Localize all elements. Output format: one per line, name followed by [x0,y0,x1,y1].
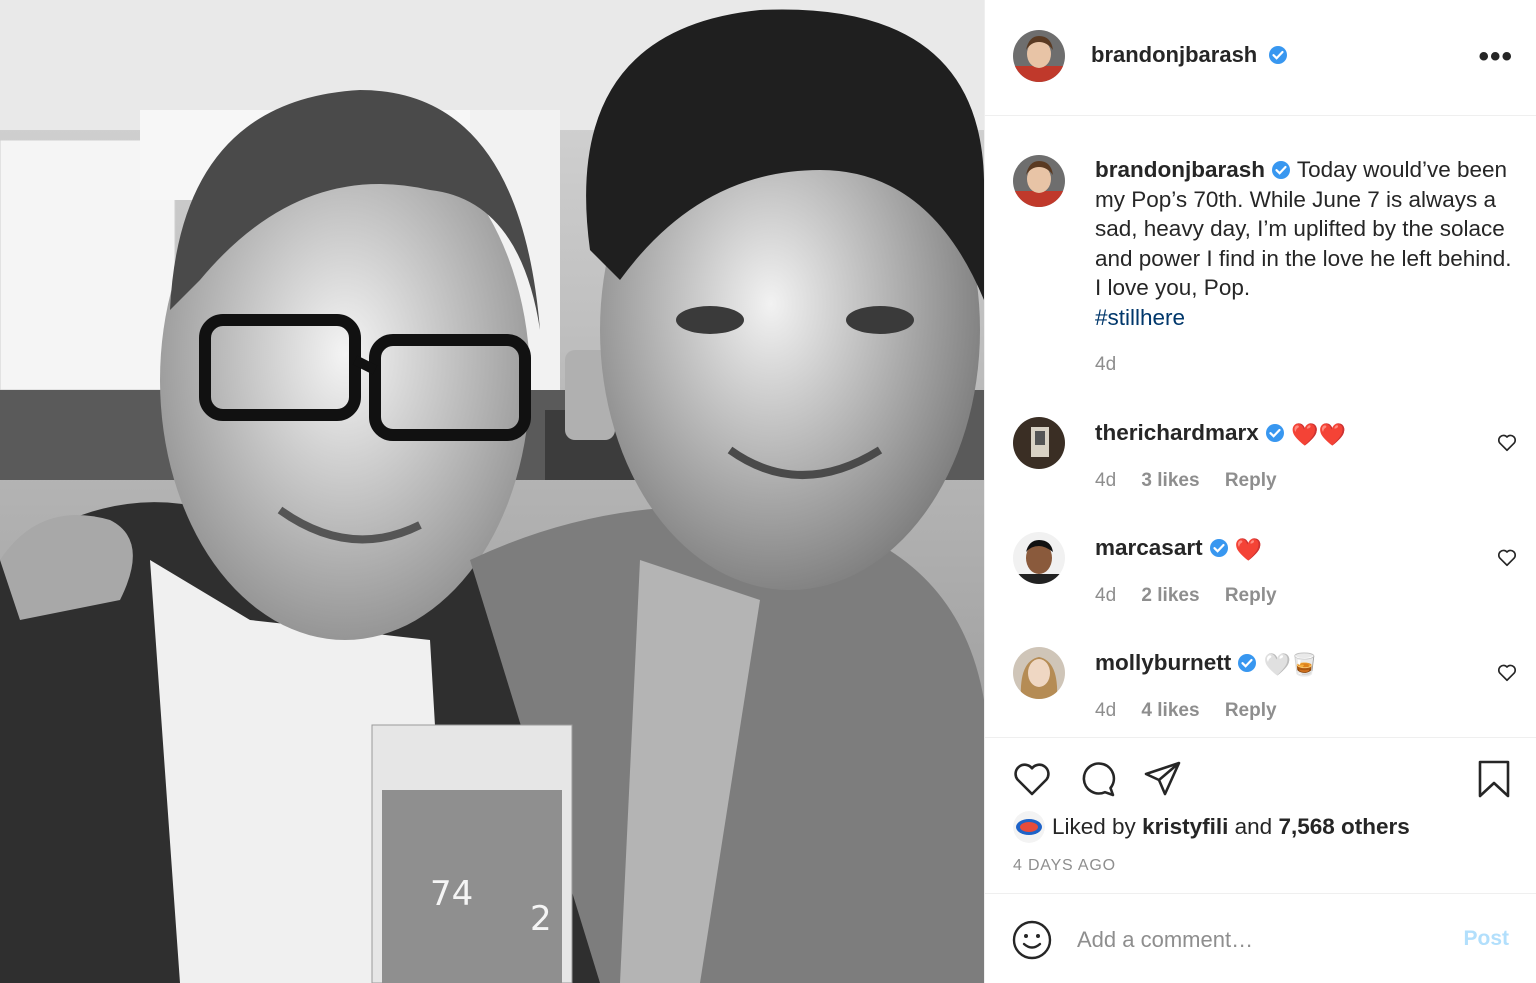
comment-timestamp[interactable]: 4d [1095,700,1116,721]
avatar-image [1013,811,1045,843]
first-liker-username[interactable]: kristyfili [1142,810,1228,844]
comment-row: mollyburnett 🤍🥃 [1095,648,1318,680]
post-header: brandonjbarash ••• [985,0,1536,116]
like-comment-heart-icon[interactable] [1496,431,1518,453]
author-username[interactable]: brandonjbarash [1091,42,1257,67]
verified-badge-icon [1238,654,1257,672]
share-icon[interactable] [1142,758,1184,800]
verified-badge-icon [1209,539,1228,557]
liked-by-connector: and [1234,814,1273,839]
avatar-image [1013,30,1065,82]
like-comment-heart-icon[interactable] [1496,661,1518,683]
author-name-row: brandonjbarash [1091,42,1288,68]
more-options-icon[interactable]: ••• [1478,42,1513,72]
reply-button[interactable]: Reply [1225,585,1277,606]
post-caption: brandonjbarash Today would’ve been my Po… [1095,155,1515,332]
post-photo-illustration: 74 2 [0,0,984,983]
comment-input[interactable] [1077,923,1437,957]
add-comment-bar: Post [985,895,1536,983]
avatar-image [1013,647,1065,699]
comment-timestamp[interactable]: 4d [1095,585,1116,606]
svg-text:74: 74 [430,874,473,914]
post-date[interactable]: 4 DAYS AGO [1013,857,1116,875]
liker-avatar[interactable] [1013,811,1045,843]
comment-username[interactable]: marcasart [1095,535,1203,560]
comment-icon[interactable] [1077,758,1119,800]
hashtag-link[interactable]: #stillhere [1095,305,1185,330]
comment-timestamp[interactable]: 4d [1095,470,1116,491]
likes-summary: Liked by kristyfili and 7,568 others [1013,810,1410,844]
caption-author-avatar[interactable] [1013,155,1065,207]
commenter-avatar[interactable] [1013,417,1065,469]
comment-meta: 4d 3 likes Reply [1095,470,1297,492]
avatar-image [1013,532,1065,584]
caption-timestamp[interactable]: 4d [1095,354,1116,376]
comment-text: 🤍🥃 [1263,652,1319,677]
comment-row: marcasart ❤️ [1095,533,1262,565]
emoji-smile-icon[interactable] [1011,919,1053,961]
comment-meta: 4d 2 likes Reply [1095,585,1297,607]
commenter-avatar[interactable] [1013,647,1065,699]
verified-badge-icon [1265,424,1284,442]
others-likes-link[interactable]: 7,568 others [1278,810,1409,844]
post-actions: Liked by kristyfili and 7,568 others 4 D… [985,737,1536,894]
post-details-panel: brandonjbarash ••• brandonjbarash Today … [984,0,1536,983]
comment-likes[interactable]: 3 likes [1141,470,1199,491]
verified-badge-icon [1268,46,1287,64]
comment-meta: 4d 4 likes Reply [1095,700,1297,722]
comment-username[interactable]: therichardmarx [1095,420,1259,445]
comments-section: brandonjbarash Today would’ve been my Po… [985,117,1536,737]
comment-text: ❤️ [1234,537,1263,562]
caption-username[interactable]: brandonjbarash [1095,157,1265,182]
comment-row: therichardmarx ❤️❤️ [1095,418,1346,450]
comment-username[interactable]: mollyburnett [1095,650,1231,675]
comment-text: ❤️❤️ [1291,422,1346,447]
avatar-image [1013,155,1065,207]
liked-by-prefix: Liked by [1052,814,1136,839]
comment-likes[interactable]: 4 likes [1141,700,1199,721]
svg-text:2: 2 [530,899,552,939]
like-comment-heart-icon[interactable] [1496,546,1518,568]
heart-icon[interactable] [1011,758,1053,800]
post-comment-button[interactable]: Post [1463,927,1509,951]
bookmark-icon[interactable] [1473,758,1515,800]
commenter-avatar[interactable] [1013,532,1065,584]
avatar-image [1013,417,1065,469]
reply-button[interactable]: Reply [1225,470,1277,491]
post-photo[interactable]: 74 2 [0,0,984,983]
author-avatar[interactable] [1013,30,1065,82]
reply-button[interactable]: Reply [1225,700,1277,721]
comment-likes[interactable]: 2 likes [1141,585,1199,606]
verified-badge-icon [1272,161,1291,179]
